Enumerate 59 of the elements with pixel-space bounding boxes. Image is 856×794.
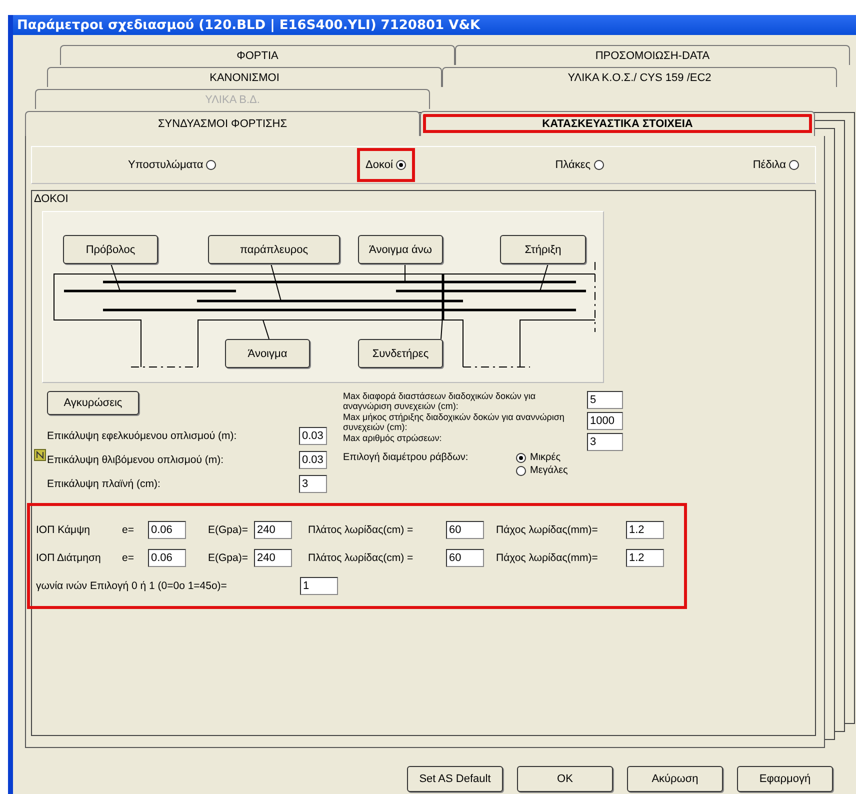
input-field[interactable]: 1.2 <box>626 521 664 539</box>
diameter-radio[interactable]: Μεγάλες <box>516 465 568 476</box>
callout-button[interactable]: Άνοιγμα άνω <box>358 235 443 264</box>
field-label: Πλάτος λωρίδας(cm) = <box>308 524 414 536</box>
input-field[interactable]: 3 <box>299 475 327 493</box>
input-field[interactable]: 3 <box>587 433 623 451</box>
dialog-button[interactable]: Ακύρωση <box>627 766 723 792</box>
input-field[interactable]: 240 <box>254 549 292 567</box>
input-field[interactable]: 240 <box>254 521 292 539</box>
callout-button[interactable]: παράπλευρος <box>208 235 340 264</box>
diameter-radio[interactable]: Μικρές <box>516 452 568 463</box>
input-field[interactable]: 1000 <box>587 412 623 430</box>
window-title: Παράμετροι σχεδιασμού (120.BLD | E16S400.YLI) 7120801 V&K <box>17 18 480 32</box>
field-label: Max διαφορά διαστάσεων διαδοχικών δοκών για αναγνώριση συνεχειών (cm): <box>343 391 537 411</box>
field-label: e= <box>122 552 135 564</box>
element-radio[interactable]: Δοκοί <box>360 151 412 179</box>
field-label: Πλάτος λωρίδας(cm) = <box>308 552 414 564</box>
field-label: Επικάλυψη εφελκυόμενου οπλισμού (m): <box>47 430 238 442</box>
input-field[interactable]: 0.03 <box>299 427 327 445</box>
element-radio[interactable]: Πλάκες <box>549 151 610 179</box>
field-label: e= <box>122 524 135 536</box>
anchorage-button[interactable]: Αγκυρώσεις <box>47 391 139 415</box>
callout-button[interactable]: Συνδετήρες <box>358 339 443 368</box>
tab[interactable]: ΦΟΡΤΙΑ <box>60 45 455 65</box>
dialog-button[interactable]: Εφαρμογή <box>737 766 833 792</box>
row-label: ΙΟΠ Κάμψη <box>36 524 91 536</box>
input-field[interactable]: 60 <box>446 549 484 567</box>
input-field[interactable]: 5 <box>587 391 623 409</box>
tab[interactable]: ΚΑΤΑΣΚΕΥΑΣΤΙΚΑ ΣΤΟΙΧΕΙΑ <box>420 111 815 136</box>
input-field[interactable]: 0.06 <box>148 521 186 539</box>
field-label: Επικάλυψη θλιβόμενου οπλισμού (m): <box>47 454 225 466</box>
input-field[interactable]: 1.2 <box>626 549 664 567</box>
field-label: E(Gpa)= <box>208 552 249 564</box>
field-label: Πάχος λωρίδας(mm)= <box>496 524 599 536</box>
input-field[interactable]: 60 <box>446 521 484 539</box>
callout-button[interactable]: Πρόβολος <box>63 235 158 264</box>
dialog-button[interactable]: OK <box>517 766 613 792</box>
field-label: Max αριθμός στρώσεων: <box>343 433 443 443</box>
tab[interactable]: ΣΥΝΔΥΑΣΜΟΙ ΦΟΡΤΙΣΗΣ <box>25 111 420 136</box>
tab[interactable]: ΥΛΙΚΑ Κ.Ο.Σ./ CYS 159 /EC2 <box>442 67 837 87</box>
element-radio[interactable]: Υποστυλώματα <box>122 151 222 179</box>
input-field[interactable]: 1 <box>300 577 338 595</box>
field-label: γωνία ινών Επιλογή 0 ή 1 (0=0o 1=45o)= <box>36 580 228 592</box>
field-label: E(Gpa)= <box>208 524 249 536</box>
tab[interactable]: ΚΑΝΟΝΙΣΜΟΙ <box>47 67 442 87</box>
marker-icon <box>34 449 46 461</box>
group-title: ΔΟΚΟΙ <box>34 193 70 205</box>
callout-button[interactable]: Στήριξη <box>500 235 586 264</box>
element-radio[interactable]: Πέδιλα <box>746 151 805 179</box>
input-field[interactable]: 0.03 <box>299 451 327 469</box>
field-label: Max μήκος στήριξης διαδοχικών δοκών για αναννώριση συνεχειών (cm): <box>343 412 566 432</box>
input-field[interactable]: 0.06 <box>148 549 186 567</box>
field-label: Πάχος λωρίδας(mm)= <box>496 552 599 564</box>
field-label: Επικάλυψη πλαϊνή (cm): <box>47 478 162 490</box>
row-label: ΙΟΠ Διάτμηση <box>36 552 102 564</box>
dialog-button[interactable]: Set AS Default <box>407 766 503 792</box>
callout-button[interactable]: Άνοιγμα <box>225 339 310 368</box>
tab[interactable]: ΠΡΟΣΟΜΟΙΩΣΗ-DATA <box>455 45 850 65</box>
field-label: Επιλογή διαμέτρου ράβδων: <box>343 452 470 465</box>
